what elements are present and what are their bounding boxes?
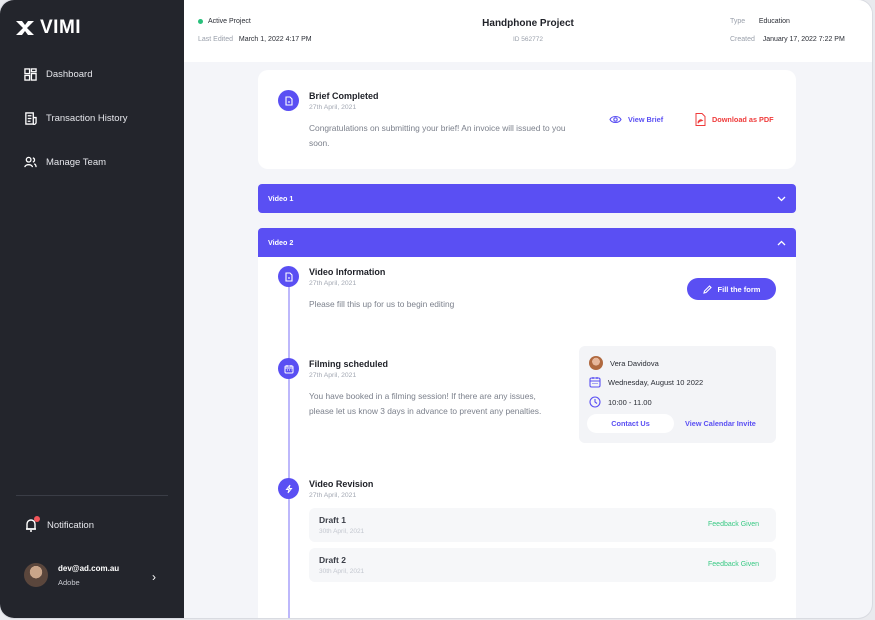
sidebar-item-label: Dashboard: [46, 69, 93, 80]
chevron-up-icon: [777, 240, 786, 245]
filming-day: Wednesday, August 10 2022: [589, 376, 703, 388]
sidebar-item-transaction-history[interactable]: Transaction History: [24, 112, 127, 125]
user-email: dev@ad.com.au: [58, 563, 120, 573]
filming-time: 10:00 - 11.00: [589, 396, 652, 408]
calendar-icon: [278, 358, 299, 379]
draft-name: Draft 1: [319, 515, 346, 525]
chevron-down-icon: [777, 196, 786, 201]
brief-title: Brief Completed: [309, 91, 379, 101]
team-icon: [24, 156, 37, 168]
video-info-date: 27th April, 2021: [309, 280, 357, 287]
project-header: Active Project Last Edited March 1, 2022…: [184, 0, 872, 62]
user-profile[interactable]: dev@ad.com.au Adobe ›: [24, 563, 164, 587]
app-window: VIMI Dashboard Transaction History Manag…: [0, 0, 872, 618]
avatar: [589, 356, 603, 370]
filming-details-box: Vera Davidova Wednesday, August 10 2022 …: [579, 346, 776, 443]
video-info-title: Video Information: [309, 267, 386, 277]
project-type: Type Education: [730, 18, 790, 25]
notification-label: Notification: [47, 519, 94, 531]
brief-description: Congratulations on submitting your brief…: [309, 123, 566, 148]
sidebar-divider: [16, 495, 168, 496]
draft-row[interactable]: Draft 2 30th April, 2021 Feedback Given: [309, 548, 776, 582]
chevron-right-icon[interactable]: ›: [152, 570, 156, 584]
bell-icon: [24, 516, 40, 532]
download-pdf-link[interactable]: Download as PDF: [695, 113, 774, 126]
notification-badge: [34, 516, 40, 522]
accordion-video-1[interactable]: Video 1: [258, 184, 796, 213]
accordion-video-2[interactable]: Video 2: [258, 228, 796, 257]
filming-title: Filming scheduled: [309, 359, 389, 369]
pdf-icon: [695, 113, 706, 126]
logo[interactable]: VIMI: [16, 17, 81, 39]
user-org: Adobe: [58, 577, 80, 587]
logo-text: VIMI: [40, 17, 82, 38]
draft-date: 30th April, 2021: [319, 528, 365, 535]
sidebar-item-dashboard[interactable]: Dashboard: [24, 68, 92, 81]
pencil-icon: [702, 284, 712, 294]
revision-title: Video Revision: [309, 479, 374, 489]
revision-date: 27th April, 2021: [309, 492, 357, 499]
fill-form-button[interactable]: Fill the form: [687, 278, 776, 300]
notification-item[interactable]: Notification: [24, 516, 94, 532]
filming-description: You have booked in a filming session! If…: [309, 391, 542, 416]
accordion-label: Video 1: [268, 194, 294, 203]
lightning-icon: [278, 478, 299, 499]
dashboard-icon: [24, 68, 37, 81]
draft-name: Draft 2: [319, 555, 346, 565]
view-brief-link[interactable]: View Brief: [609, 115, 663, 124]
video-info-description: Please fill this up for us to begin edit…: [309, 299, 455, 309]
draft-status: Feedback Given: [708, 521, 759, 528]
sidebar-item-manage-team[interactable]: Manage Team: [24, 156, 106, 169]
filming-person: Vera Davidova: [589, 356, 659, 370]
draft-row[interactable]: Draft 1 30th April, 2021 Feedback Given: [309, 508, 776, 542]
project-created: Created January 17, 2022 7:22 PM: [730, 36, 845, 43]
document-icon: [278, 266, 299, 287]
eye-icon: [609, 115, 622, 124]
timeline-line: [288, 270, 290, 618]
view-calendar-invite-link[interactable]: View Calendar Invite: [685, 419, 756, 428]
sidebar-item-label: Transaction History: [46, 113, 128, 124]
filming-date: 27th April, 2021: [309, 372, 357, 379]
avatar: [24, 563, 48, 587]
sidebar: VIMI Dashboard Transaction History Manag…: [0, 0, 184, 618]
receipt-icon: [25, 112, 37, 125]
document-icon: [278, 90, 299, 111]
clock-icon: [589, 396, 601, 408]
accordion-label: Video 2: [268, 238, 294, 247]
contact-us-button[interactable]: Contact Us: [587, 414, 674, 433]
calendar-icon: [589, 377, 601, 388]
draft-status: Feedback Given: [708, 561, 759, 568]
draft-date: 30th April, 2021: [319, 568, 365, 575]
sidebar-item-label: Manage Team: [46, 157, 107, 168]
vimi-logo-icon: [16, 21, 34, 35]
brief-date: 27th April, 2021: [309, 104, 357, 111]
